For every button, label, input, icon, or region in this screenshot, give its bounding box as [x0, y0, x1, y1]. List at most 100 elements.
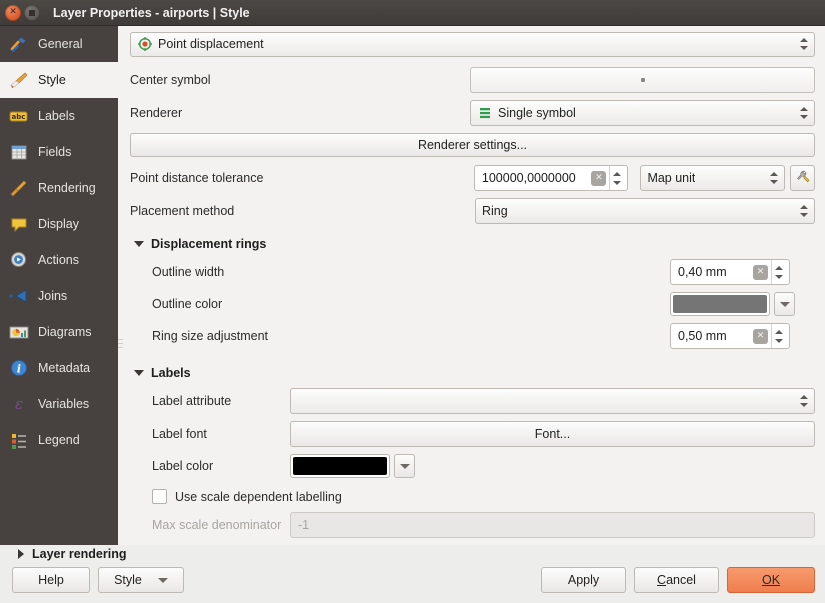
displacement-rings-group-header[interactable]: Displacement rings: [130, 237, 815, 251]
max-scale-denominator-label: Max scale denominator: [130, 518, 290, 532]
sidebar-item-label: Variables: [38, 397, 89, 411]
help-button[interactable]: Help: [12, 567, 90, 593]
outline-color-swatch: [673, 295, 767, 313]
chevron-up-icon: [800, 107, 808, 111]
point-displacement-icon: [137, 36, 153, 52]
sidebar-item-label: Style: [38, 73, 66, 87]
ok-button[interactable]: OK: [727, 567, 815, 593]
sidebar-item-label: Display: [38, 217, 79, 231]
chevron-down-icon: [400, 464, 410, 469]
outline-color-dropdown-button[interactable]: [774, 292, 795, 316]
style-menu-button[interactable]: Style: [98, 567, 184, 593]
point-distance-tolerance-input[interactable]: 100000,0000000 ✕: [474, 165, 629, 191]
label-color-swatch: [293, 457, 387, 475]
placement-method-dropdown-arrows[interactable]: [796, 205, 812, 217]
outline-width-stepper[interactable]: [771, 260, 786, 284]
outline-color-row: Outline color: [130, 292, 815, 316]
renderer-label: Renderer: [130, 106, 470, 120]
outline-color-label: Outline color: [130, 297, 670, 311]
max-scale-denominator-input[interactable]: -1: [290, 512, 815, 538]
chevron-up-icon: [800, 395, 808, 399]
point-distance-tolerance-stepper[interactable]: [609, 166, 624, 190]
center-symbol-row: Center symbol: [130, 67, 815, 93]
single-symbol-icon: [477, 105, 493, 121]
close-window-button[interactable]: ✕: [5, 5, 21, 21]
renderer-value: Single symbol: [498, 106, 576, 120]
ring-size-adjustment-stepper[interactable]: [771, 324, 786, 348]
placement-method-combobox[interactable]: Ring: [475, 198, 815, 224]
renderer-row: Renderer Single symbol: [130, 100, 815, 126]
outline-width-row: Outline width 0,40 mm ✕: [130, 259, 815, 285]
label-color-label: Label color: [130, 459, 290, 473]
sidebar-item-variables[interactable]: ε Variables: [0, 386, 118, 422]
sidebar-item-display[interactable]: Display: [0, 206, 118, 242]
renderer-type-dropdown-arrows[interactable]: [796, 38, 812, 50]
label-font-button[interactable]: Font...: [290, 421, 815, 447]
label-attribute-combobox[interactable]: [290, 388, 815, 414]
label-attribute-dropdown-arrows[interactable]: [796, 395, 812, 407]
sidebar-item-metadata[interactable]: i Metadata: [0, 350, 118, 386]
label-color-row: Label color: [130, 454, 815, 478]
ok-label: OK: [762, 573, 780, 587]
ring-size-adjustment-input[interactable]: 0,50 mm ✕: [670, 323, 790, 349]
paintbrush-icon: [8, 69, 30, 91]
apply-button[interactable]: Apply: [541, 567, 626, 593]
sidebar-item-label: Labels: [38, 109, 75, 123]
clear-value-icon[interactable]: ✕: [753, 329, 768, 344]
chevron-up-icon: [770, 172, 778, 176]
renderer-type-value: Point displacement: [158, 37, 264, 51]
point-distance-tolerance-value: 100000,0000000: [482, 171, 576, 185]
stepper-down-icon: [775, 339, 783, 343]
sidebar-item-legend[interactable]: Legend: [0, 422, 118, 458]
chevron-down-icon: [780, 302, 790, 307]
sidebar-item-fields[interactable]: Fields: [0, 134, 118, 170]
sidebar-item-label: Metadata: [38, 361, 90, 375]
renderer-type-combobox[interactable]: Point displacement: [130, 32, 815, 57]
layer-rendering-group-header[interactable]: Layer rendering: [12, 547, 815, 561]
ring-size-adjustment-row: Ring size adjustment 0,50 mm ✕: [130, 323, 815, 349]
max-scale-denominator-value: -1: [298, 518, 309, 532]
small-dot-symbol-icon: [641, 78, 645, 82]
outline-width-input[interactable]: 0,40 mm ✕: [670, 259, 790, 285]
stepper-down-icon: [775, 275, 783, 279]
renderer-dropdown-arrows[interactable]: [796, 107, 812, 119]
sidebar-item-style[interactable]: Style: [0, 62, 118, 98]
sidebar-item-labels[interactable]: abc Labels: [0, 98, 118, 134]
labels-title: Labels: [151, 366, 191, 380]
renderer-combobox[interactable]: Single symbol: [470, 100, 815, 126]
chevron-right-icon: [18, 549, 24, 559]
svg-text:abc: abc: [12, 113, 26, 121]
chevron-up-icon: [800, 205, 808, 209]
chevron-down-icon: [158, 578, 168, 583]
stepper-up-icon: [775, 330, 783, 334]
sidebar-item-diagrams[interactable]: Diagrams: [0, 314, 118, 350]
sidebar-item-rendering[interactable]: Rendering: [0, 170, 118, 206]
use-scale-dependent-labelling-row[interactable]: Use scale dependent labelling: [152, 489, 815, 504]
label-color-dropdown-button[interactable]: [394, 454, 415, 478]
title-bar: ✕ Layer Properties - airports | Style: [0, 0, 825, 26]
outline-color-button[interactable]: [670, 292, 770, 316]
sidebar-item-label: General: [38, 37, 82, 51]
clear-value-icon[interactable]: ✕: [753, 265, 768, 280]
labels-group-header[interactable]: Labels: [130, 366, 815, 380]
svg-text:i: i: [17, 363, 21, 376]
window-title: Layer Properties - airports | Style: [53, 6, 250, 20]
sidebar-item-actions[interactable]: Actions: [0, 242, 118, 278]
use-scale-dependent-labelling-checkbox[interactable]: [152, 489, 167, 504]
sidebar-item-general[interactable]: General: [0, 26, 118, 62]
clear-value-icon[interactable]: ✕: [591, 171, 606, 186]
sidebar-item-joins[interactable]: Joins: [0, 278, 118, 314]
cancel-button[interactable]: Cancel: [634, 567, 719, 593]
info-icon: i: [8, 357, 30, 379]
panel-splitter-handle[interactable]: [117, 323, 124, 363]
center-symbol-preview-button[interactable]: [470, 67, 815, 93]
point-distance-unit-combobox[interactable]: Map unit: [640, 165, 785, 191]
maximize-window-button[interactable]: [24, 5, 40, 21]
label-color-button[interactable]: [290, 454, 390, 478]
cancel-mnemonic: C: [657, 573, 666, 587]
renderer-settings-button[interactable]: Renderer settings...: [130, 133, 815, 158]
data-defined-override-button[interactable]: [790, 165, 815, 191]
outline-width-label: Outline width: [130, 265, 670, 279]
unit-dropdown-arrows[interactable]: [766, 172, 782, 184]
center-symbol-label: Center symbol: [130, 73, 470, 87]
